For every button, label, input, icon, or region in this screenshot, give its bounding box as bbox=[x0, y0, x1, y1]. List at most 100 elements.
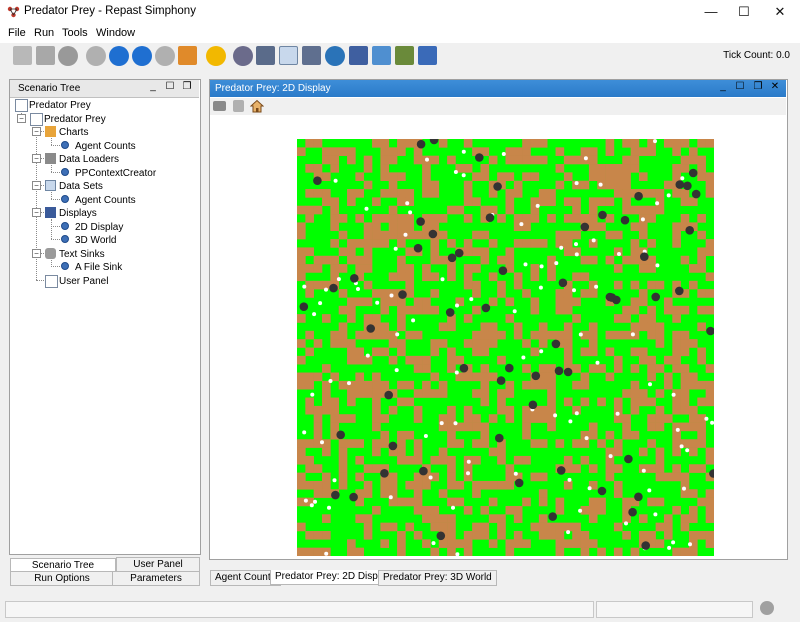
display-title: Predator Prey: 2D Display bbox=[215, 83, 331, 94]
tree-item-3d-world[interactable]: 3D World bbox=[75, 235, 117, 246]
menu-run[interactable]: Run bbox=[34, 27, 54, 39]
sheep-agent bbox=[365, 353, 370, 358]
sheep-agent bbox=[403, 232, 408, 237]
wolf-agent bbox=[331, 490, 340, 500]
sheep-agent bbox=[682, 486, 686, 491]
minimize-button[interactable]: — bbox=[694, 0, 728, 24]
2d-display-canvas[interactable] bbox=[297, 139, 714, 556]
display-minimize-icon[interactable]: _ bbox=[717, 81, 729, 93]
tree-collapse-icon[interactable]: − bbox=[32, 249, 41, 258]
reset-icon[interactable] bbox=[178, 46, 197, 65]
tree-collapse-icon[interactable]: − bbox=[17, 114, 26, 123]
wolf-agent bbox=[675, 180, 685, 189]
sheep-agent bbox=[309, 503, 314, 508]
chart-icon[interactable] bbox=[233, 46, 253, 66]
sheep-agent bbox=[320, 440, 324, 445]
sheep-agent bbox=[302, 430, 307, 435]
network-icon[interactable] bbox=[349, 46, 368, 65]
tree-item-scenario-root[interactable]: Predator Prey bbox=[29, 100, 91, 111]
panel-minimize-icon[interactable]: _ bbox=[147, 81, 159, 93]
tree-item-charts[interactable]: Charts bbox=[59, 127, 88, 138]
tab-2d-display[interactable]: Predator Prey: 2D Display bbox=[270, 570, 396, 585]
user-panel-icon bbox=[45, 275, 58, 288]
tree-item-predator-prey[interactable]: Predator Prey bbox=[44, 114, 106, 125]
tree-item-text-sinks[interactable]: Text Sinks bbox=[59, 249, 105, 260]
tree-collapse-icon[interactable]: − bbox=[32, 208, 41, 217]
sheep-agent bbox=[640, 217, 645, 222]
run-icon[interactable] bbox=[109, 46, 129, 66]
sheep-agent bbox=[568, 419, 573, 424]
maximize-button[interactable]: ☐ bbox=[727, 0, 761, 24]
tree-collapse-icon[interactable]: − bbox=[32, 154, 41, 163]
sheep-agent bbox=[587, 486, 592, 491]
wolf-agent bbox=[454, 248, 464, 258]
snapshot-icon[interactable] bbox=[213, 101, 226, 111]
load-icon[interactable] bbox=[13, 46, 32, 65]
tree-item-2d-display[interactable]: 2D Display bbox=[75, 222, 123, 233]
sheep-agent bbox=[453, 170, 458, 174]
tree-item-a-file-sink[interactable]: A File Sink bbox=[75, 262, 122, 273]
info-icon[interactable] bbox=[760, 601, 774, 615]
tab-run-options[interactable]: Run Options bbox=[10, 571, 114, 586]
tab-3d-world[interactable]: Predator Prey: 3D World bbox=[378, 570, 497, 586]
step-icon[interactable] bbox=[132, 46, 152, 66]
sheep-agent bbox=[710, 420, 714, 425]
wolf-agent bbox=[485, 213, 495, 222]
tab-user-panel[interactable]: User Panel bbox=[116, 557, 200, 572]
leaf-icon bbox=[61, 222, 69, 230]
panel-restore-icon[interactable]: ❐ bbox=[181, 81, 193, 93]
tree-collapse-icon[interactable]: − bbox=[32, 181, 41, 190]
sheep-agent bbox=[440, 277, 445, 282]
menu-tools[interactable]: Tools bbox=[62, 27, 88, 39]
wolf-agent bbox=[685, 226, 694, 235]
wolf-agent bbox=[475, 153, 484, 162]
init-icon[interactable] bbox=[86, 46, 106, 66]
sheep-agent bbox=[574, 242, 578, 247]
movie-icon[interactable] bbox=[395, 46, 414, 65]
batch-icon[interactable] bbox=[302, 46, 321, 65]
sheep-agent bbox=[539, 264, 544, 269]
spreadsheet-icon[interactable] bbox=[279, 46, 298, 65]
globe-icon[interactable] bbox=[325, 46, 345, 66]
tab-parameters[interactable]: Parameters bbox=[112, 571, 200, 586]
display-maximize-icon[interactable]: ☐ bbox=[734, 81, 746, 93]
menu-window[interactable]: Window bbox=[96, 27, 135, 39]
panel-maximize-icon[interactable]: ☐ bbox=[164, 81, 176, 93]
tree-item-user-panel[interactable]: User Panel bbox=[59, 276, 108, 287]
tree-collapse-icon[interactable]: − bbox=[32, 127, 41, 136]
sheep-agent bbox=[356, 287, 360, 291]
app-icon bbox=[7, 6, 20, 18]
magnify-icon[interactable] bbox=[372, 46, 391, 65]
home-icon[interactable] bbox=[250, 99, 264, 113]
wolf-agent bbox=[675, 286, 684, 296]
hint-icon[interactable] bbox=[206, 46, 226, 66]
wolf-agent bbox=[531, 371, 541, 381]
sheep-agent bbox=[310, 392, 315, 397]
wolf-agent bbox=[620, 215, 630, 225]
close-button[interactable]: ✕ bbox=[763, 0, 797, 24]
tree-item-data-sets[interactable]: Data Sets bbox=[59, 181, 103, 192]
sheep-agent bbox=[685, 448, 690, 453]
stop-icon[interactable] bbox=[155, 46, 175, 66]
grid-icon[interactable] bbox=[418, 46, 437, 65]
display-close-icon[interactable]: ✕ bbox=[769, 81, 781, 93]
database-icon[interactable] bbox=[58, 46, 78, 66]
tab-scenario-tree[interactable]: Scenario Tree bbox=[10, 558, 116, 572]
sheep-agent bbox=[333, 178, 338, 183]
pan-icon[interactable] bbox=[233, 100, 244, 112]
wolf-agent bbox=[398, 290, 407, 299]
save-icon[interactable] bbox=[36, 46, 55, 65]
wolf-agent bbox=[493, 182, 502, 191]
sheep-agent bbox=[615, 411, 620, 416]
display-restore-icon[interactable]: ❐ bbox=[752, 81, 764, 93]
sheep-agent bbox=[641, 468, 646, 473]
sheep-agent bbox=[671, 540, 676, 545]
wolf-agent bbox=[580, 222, 590, 232]
tree-item-agent-counts-dataset[interactable]: Agent Counts bbox=[75, 195, 136, 206]
tree-item-ppcontextcreator[interactable]: PPContextCreator bbox=[75, 168, 156, 179]
export-icon[interactable] bbox=[256, 46, 275, 65]
tree-item-data-loaders[interactable]: Data Loaders bbox=[59, 154, 119, 165]
menu-file[interactable]: File bbox=[8, 27, 26, 39]
tree-item-agent-counts-chart[interactable]: Agent Counts bbox=[75, 141, 136, 152]
tree-item-displays[interactable]: Displays bbox=[59, 208, 97, 219]
